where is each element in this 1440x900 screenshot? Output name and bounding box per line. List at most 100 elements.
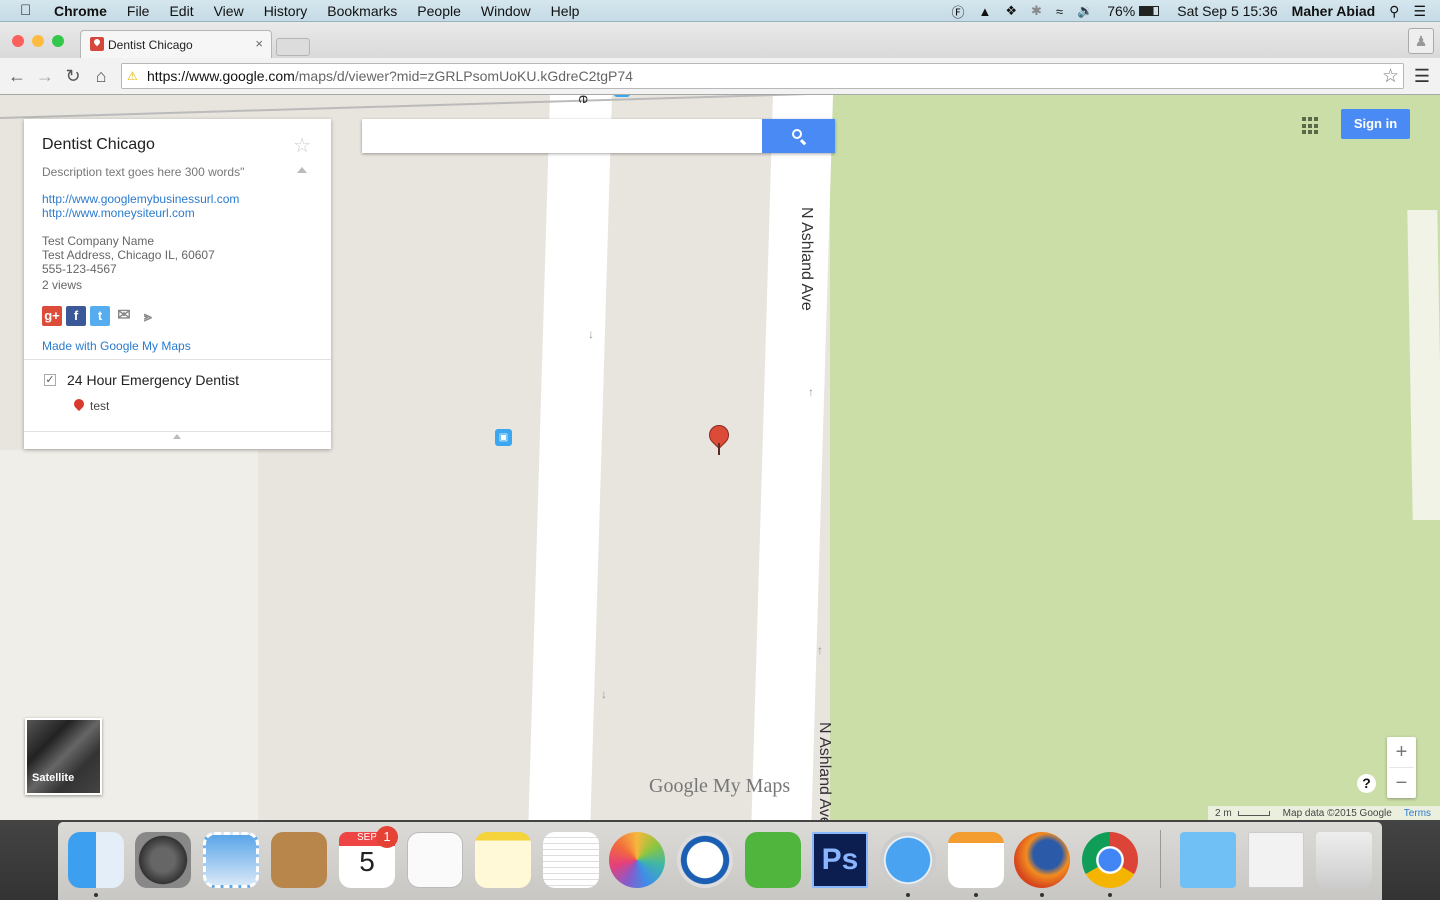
reload-icon[interactable]: ↻ xyxy=(63,66,83,87)
textedit-icon[interactable] xyxy=(543,832,599,888)
menu-edit[interactable]: Edit xyxy=(169,3,193,19)
battery-icon[interactable] xyxy=(1139,6,1160,16)
notification-center-icon[interactable]: ☰ xyxy=(1413,3,1426,20)
notes-icon[interactable] xyxy=(475,832,531,888)
road-west xyxy=(528,95,612,820)
business-url-link[interactable]: http://www.googlemybusinessurl.com xyxy=(42,192,239,206)
bookmark-star-icon[interactable]: ☆ xyxy=(1382,65,1399,88)
made-with-my-maps-link[interactable]: Made with Google My Maps xyxy=(42,339,191,353)
search-input[interactable] xyxy=(362,119,762,153)
collapse-panel-icon[interactable] xyxy=(173,434,181,439)
maximize-window-button[interactable] xyxy=(52,35,64,47)
reminders-icon[interactable] xyxy=(407,832,463,888)
scale-label[interactable]: 2 m xyxy=(1215,808,1232,819)
share-icon[interactable]: ⪢ xyxy=(138,306,158,326)
evernote-icon[interactable] xyxy=(745,832,801,888)
menu-people[interactable]: People xyxy=(417,3,461,19)
macos-dock: SEP 5 1 Ps xyxy=(0,820,1440,900)
txt-file-icon[interactable] xyxy=(1248,832,1304,888)
tab-title: Dentist Chicago xyxy=(108,38,193,52)
user-name[interactable]: Maher Abiad xyxy=(1292,3,1376,19)
bluetooth-icon[interactable]: ✱ xyxy=(1031,3,1042,19)
map-canvas[interactable]: N Ashland Ave N Ashland Ave N Ashland Av… xyxy=(0,95,1440,820)
wifi-icon[interactable]: ≈ xyxy=(1056,4,1063,19)
finder-icon[interactable] xyxy=(68,832,124,888)
view-count: 2 views xyxy=(42,278,83,292)
star-icon[interactable]: ☆ xyxy=(293,133,311,158)
typeeto-icon[interactable]: Ⓕ xyxy=(951,2,964,21)
volume-icon[interactable]: 🔉 xyxy=(1077,3,1093,19)
apple-menu-icon[interactable]:  xyxy=(20,2,36,19)
safari-icon[interactable] xyxy=(880,832,936,888)
running-indicator xyxy=(94,893,98,897)
collapse-description-icon[interactable] xyxy=(297,167,307,173)
forward-icon[interactable]: → xyxy=(35,66,55,87)
battery-percent[interactable]: 76% xyxy=(1107,3,1135,19)
apps-grid-icon[interactable] xyxy=(1302,117,1320,135)
pages-icon[interactable] xyxy=(948,832,1004,888)
terms-link[interactable]: Terms xyxy=(1404,808,1431,819)
close-window-button[interactable] xyxy=(12,35,24,47)
menu-view[interactable]: View xyxy=(214,3,244,19)
menu-window[interactable]: Window xyxy=(481,3,531,19)
minimize-window-button[interactable] xyxy=(32,35,44,47)
money-site-url-link[interactable]: http://www.moneysiteurl.com xyxy=(42,206,195,220)
help-icon[interactable]: ? xyxy=(1357,774,1376,793)
share-buttons: g+ f t ✉ ⪢ xyxy=(42,306,158,326)
photoshop-icon[interactable]: Ps xyxy=(812,832,868,888)
maps-favicon-icon xyxy=(90,37,104,51)
twitter-icon[interactable]: t xyxy=(90,306,110,326)
railroad-line xyxy=(0,95,840,119)
mail-icon[interactable] xyxy=(203,832,259,888)
1password-icon[interactable] xyxy=(677,832,733,888)
profile-icon[interactable]: ♟ xyxy=(1408,28,1434,54)
street-label: N Ashland Ave xyxy=(798,207,815,311)
menu-help[interactable]: Help xyxy=(551,3,580,19)
menu-app-name[interactable]: Chrome xyxy=(54,3,107,19)
zoom-in-button[interactable]: + xyxy=(1387,737,1416,767)
firefox-icon[interactable] xyxy=(1014,832,1070,888)
one-way-arrow-icon: ↑ xyxy=(817,643,823,657)
back-icon[interactable]: ← xyxy=(7,66,27,87)
layer-checkbox[interactable]: ✓ xyxy=(44,374,56,386)
sign-in-button[interactable]: Sign in xyxy=(1341,109,1410,139)
trash-icon[interactable] xyxy=(1316,832,1372,888)
menu-history[interactable]: History xyxy=(264,3,308,19)
layer-name[interactable]: 24 Hour Emergency Dentist xyxy=(67,372,239,388)
address-bar[interactable]: ⚠ https://www.google.com/maps/d/viewer?m… xyxy=(121,63,1404,89)
transit-stop-icon[interactable] xyxy=(614,95,630,97)
tab-close-icon[interactable]: × xyxy=(255,36,263,51)
menu-file[interactable]: File xyxy=(127,3,150,19)
tab-dentist-chicago[interactable]: Dentist Chicago × xyxy=(80,30,272,58)
photos-icon[interactable] xyxy=(609,832,665,888)
zoom-out-button[interactable]: − xyxy=(1387,768,1416,798)
spotlight-icon[interactable]: ⚲ xyxy=(1389,3,1399,20)
menu-bookmarks[interactable]: Bookmarks xyxy=(327,3,397,19)
satellite-toggle[interactable]: Satellite xyxy=(25,718,102,795)
running-indicator xyxy=(974,893,978,897)
contacts-icon[interactable] xyxy=(271,832,327,888)
chrome-icon[interactable] xyxy=(1082,832,1138,888)
email-icon[interactable]: ✉ xyxy=(114,306,134,326)
adobe-icon[interactable]: ▲ xyxy=(978,4,991,19)
divider xyxy=(24,359,331,360)
map-search-box xyxy=(362,119,835,153)
new-tab-button[interactable] xyxy=(276,38,310,56)
home-icon[interactable]: ⌂ xyxy=(91,66,111,87)
warning-lock-icon[interactable]: ⚠ xyxy=(127,69,141,83)
company-phone: 555-123-4567 xyxy=(42,262,117,276)
facebook-icon[interactable]: f xyxy=(66,306,86,326)
dropbox-icon[interactable]: ❖ xyxy=(1005,3,1017,19)
system-preferences-icon[interactable] xyxy=(135,832,191,888)
clock[interactable]: Sat Sep 5 15:36 xyxy=(1177,3,1277,19)
url-text[interactable]: https://www.google.com/maps/d/viewer?mid… xyxy=(147,68,633,84)
search-button[interactable] xyxy=(762,119,835,153)
map-copyright: Map data ©2015 Google xyxy=(1282,807,1392,819)
bus-stop-icon[interactable]: ▣ xyxy=(495,429,512,446)
documents-folder-icon[interactable] xyxy=(1180,832,1236,888)
google-my-maps-logo: Google My Maps xyxy=(649,775,791,797)
google-plus-icon[interactable]: g+ xyxy=(42,306,62,326)
feature-item[interactable]: test xyxy=(90,399,109,413)
satellite-label: Satellite xyxy=(32,772,75,784)
chrome-menu-icon[interactable]: ☰ xyxy=(1414,66,1430,87)
